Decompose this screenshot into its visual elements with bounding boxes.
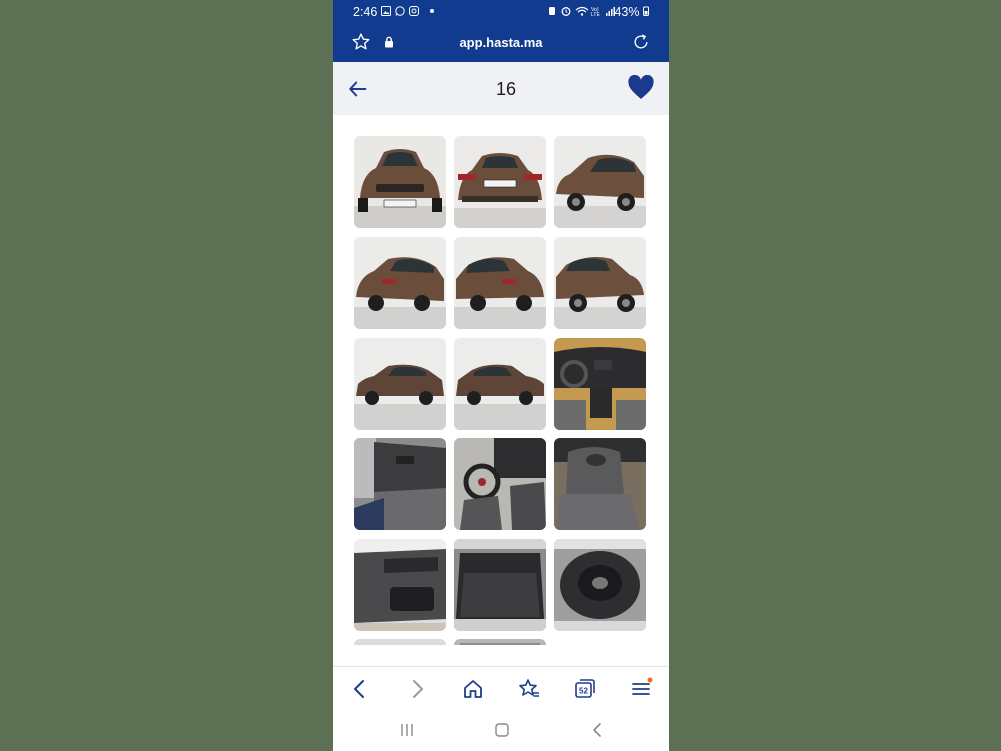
browser-forward-icon[interactable] (405, 677, 429, 701)
photo-rear[interactable] (454, 136, 546, 228)
reload-icon[interactable] (631, 32, 651, 52)
system-home-icon[interactable] (494, 722, 510, 738)
volte-icon: Vo)LTE (591, 7, 600, 16)
whatsapp-notification-icon (395, 6, 405, 16)
status-time: 2:46 (353, 5, 378, 19)
battery-level: 43% (614, 5, 649, 19)
favorite-heart-icon[interactable] (627, 75, 655, 101)
alarm-icon (561, 7, 571, 16)
photo-rear-three-quarter-left[interactable] (354, 237, 446, 329)
photo-door-panel[interactable] (354, 539, 446, 631)
photo-side-left[interactable] (354, 338, 446, 430)
wifi-icon (575, 6, 589, 16)
more-notifications-dot-icon (430, 9, 434, 13)
photo-dashboard[interactable] (554, 338, 646, 430)
photo-count: 16 (495, 79, 517, 99)
app-header: 16 (333, 62, 669, 115)
photo-front-three-quarter[interactable] (554, 136, 646, 228)
photo-front[interactable] (354, 136, 446, 228)
gallery-notification-icon (381, 6, 391, 16)
photo-front-three-quarter-right[interactable] (554, 237, 646, 329)
home-icon[interactable] (461, 677, 485, 701)
photo-rear-seats[interactable] (354, 438, 446, 530)
photo-front-seat[interactable] (554, 438, 646, 530)
browser-bottom-nav: 52 (333, 666, 669, 711)
photo-driver-seat[interactable] (454, 438, 546, 530)
photo-partial-2[interactable] (454, 639, 546, 645)
photo-rear-three-quarter-right[interactable] (454, 237, 546, 329)
browser-back-icon[interactable] (348, 677, 372, 701)
phone-screen: 2:46 Vo) LTE 43% app.hasta.ma 16 52 (333, 0, 669, 751)
photo-trunk[interactable] (454, 539, 546, 631)
recent-apps-icon[interactable] (399, 723, 415, 737)
svg-text:LTE: LTE (591, 12, 600, 16)
photo-spare-wheel[interactable] (554, 539, 646, 631)
battery-icon (643, 6, 649, 16)
status-bar: 2:46 Vo) LTE 43% (333, 0, 669, 24)
tabs-count: 52 (579, 687, 588, 696)
data-saver-icon (549, 7, 555, 15)
browser-url-bar: app.hasta.ma (333, 24, 669, 62)
photo-partial-1[interactable] (354, 639, 446, 645)
system-back-icon[interactable] (589, 722, 605, 738)
bookmarks-icon[interactable] (517, 677, 541, 701)
system-nav-bar (333, 710, 669, 751)
menu-icon[interactable] (629, 677, 653, 701)
tabs-icon[interactable]: 52 (573, 677, 597, 701)
photo-grid (354, 136, 650, 645)
instagram-notification-icon (409, 6, 419, 16)
photo-side-right[interactable] (454, 338, 546, 430)
url-text[interactable]: app.hasta.ma (333, 35, 669, 50)
